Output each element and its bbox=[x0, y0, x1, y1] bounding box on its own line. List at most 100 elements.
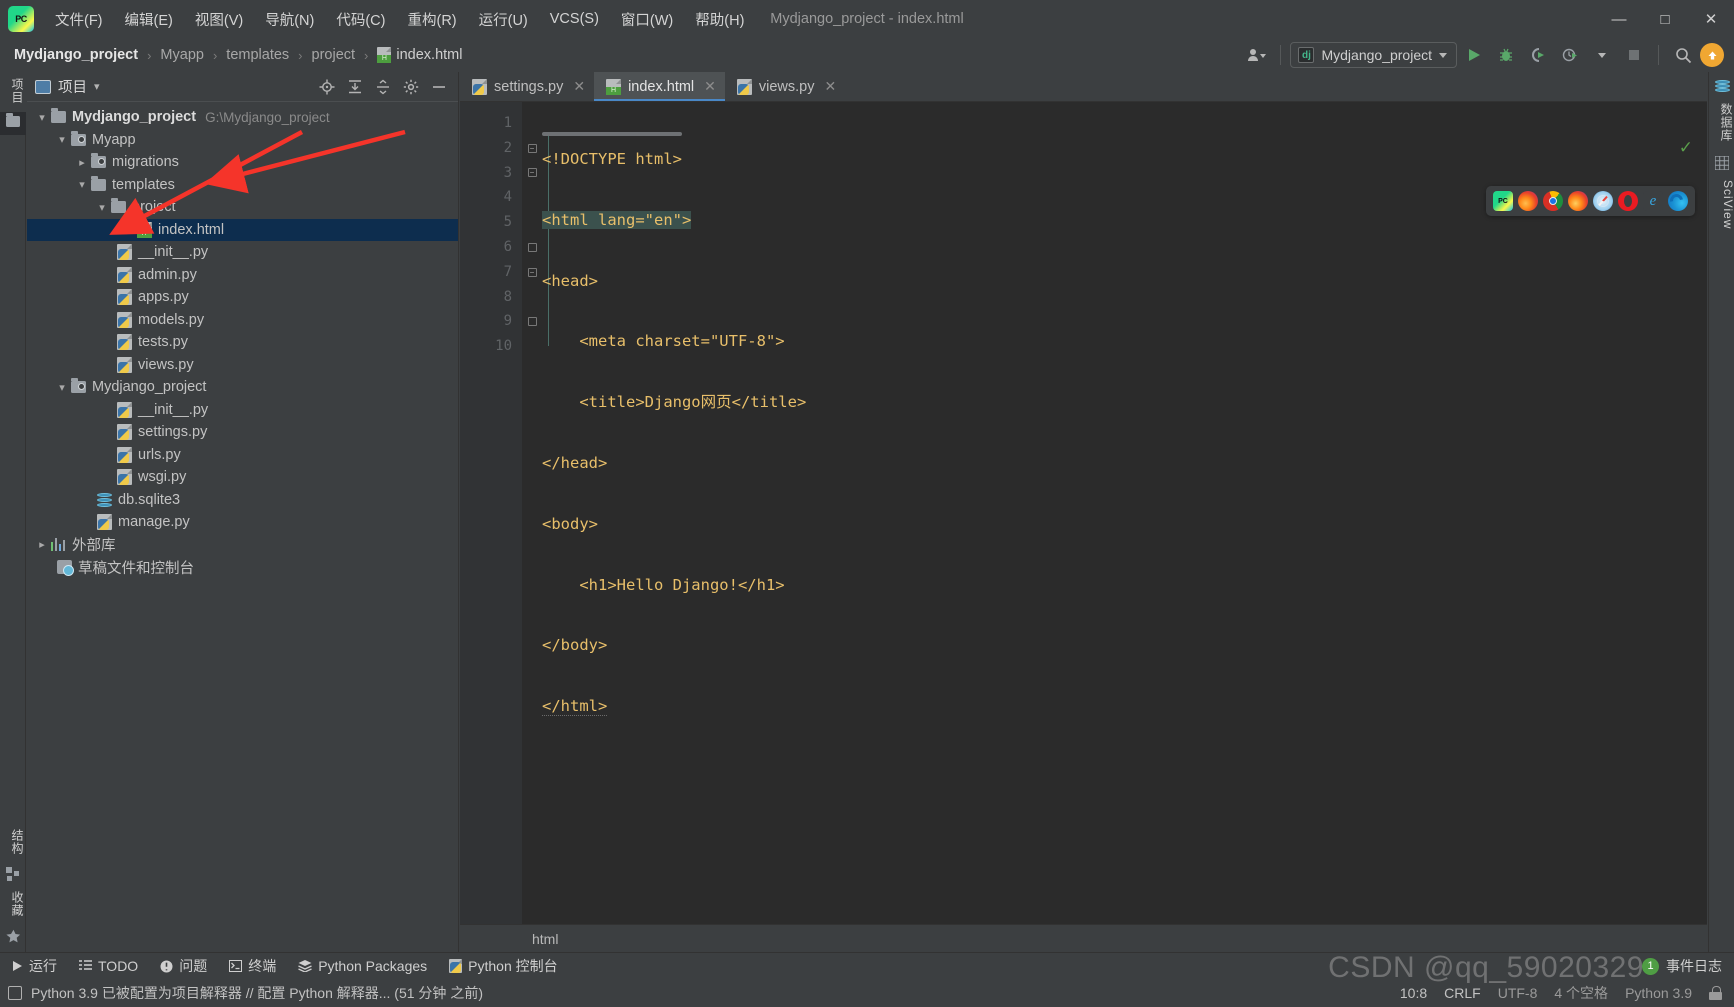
tree-row[interactable]: tests.py bbox=[27, 331, 458, 354]
chevron-down-icon[interactable]: ▾ bbox=[94, 80, 100, 93]
menu-run[interactable]: 运行(U) bbox=[468, 4, 539, 35]
minimize-button[interactable]: — bbox=[1596, 0, 1642, 38]
opera-icon[interactable] bbox=[1618, 191, 1638, 211]
tab-index-html[interactable]: index.html ✕ bbox=[594, 72, 725, 101]
breadcrumb-item-project[interactable]: Mydjango_project bbox=[14, 47, 138, 63]
fold-icon[interactable]: − bbox=[527, 143, 537, 153]
hide-panel-icon[interactable] bbox=[426, 75, 452, 99]
menu-refactor[interactable]: 重构(R) bbox=[396, 4, 467, 35]
rail-tab-structure[interactable]: 结构 bbox=[0, 823, 26, 863]
fold-end-icon[interactable] bbox=[527, 317, 537, 327]
chevron-down-icon[interactable]: ▾ bbox=[35, 111, 49, 124]
tool-window-event-log[interactable]: 事件日志 bbox=[1666, 956, 1722, 976]
pycharm-icon[interactable]: PC bbox=[1493, 191, 1513, 211]
file-encoding[interactable]: UTF-8 bbox=[1498, 985, 1538, 1001]
code-editor[interactable]: ✓ 1 2 3 4 5 6 7 8 9 10 − − − <!DOCTYPE h… bbox=[460, 102, 1707, 924]
editor-breadcrumb-html[interactable]: html bbox=[532, 931, 558, 947]
notification-icon[interactable] bbox=[8, 986, 22, 1000]
run-with-coverage-button[interactable] bbox=[1523, 42, 1553, 68]
chevron-down-icon[interactable]: ▾ bbox=[55, 133, 69, 146]
python-interpreter[interactable]: Python 3.9 bbox=[1625, 985, 1692, 1001]
tool-window-python-console[interactable]: Python 控制台 bbox=[438, 953, 568, 979]
fold-icon[interactable]: − bbox=[527, 168, 537, 178]
breadcrumb-item-index-html[interactable]: index.html bbox=[396, 47, 462, 63]
lock-icon[interactable] bbox=[1709, 986, 1722, 1000]
tree-row[interactable]: urls.py bbox=[27, 444, 458, 467]
tree-row[interactable]: views.py bbox=[27, 354, 458, 377]
expand-all-icon[interactable] bbox=[342, 75, 368, 99]
tree-row[interactable]: __init__.py bbox=[27, 241, 458, 264]
tab-settings-py[interactable]: settings.py ✕ bbox=[460, 72, 594, 101]
menu-window[interactable]: 窗口(W) bbox=[610, 4, 684, 35]
menu-help[interactable]: 帮助(H) bbox=[684, 4, 755, 35]
breadcrumb-item-project-folder[interactable]: project bbox=[312, 47, 356, 63]
tab-views-py[interactable]: views.py ✕ bbox=[725, 72, 845, 101]
tree-row[interactable]: ▸ migrations bbox=[27, 151, 458, 174]
menu-vcs[interactable]: VCS(S) bbox=[539, 6, 610, 32]
sciview-icon[interactable] bbox=[1709, 152, 1734, 174]
tree-row[interactable]: __init__.py bbox=[27, 399, 458, 422]
user-switch-icon[interactable] bbox=[1241, 42, 1271, 68]
tree-row[interactable]: ▾ Mydjango_project bbox=[27, 376, 458, 399]
indent-setting[interactable]: 4 个空格 bbox=[1554, 983, 1608, 1003]
tree-row[interactable]: ▾ Mydjango_project G:\Mydjango_project bbox=[27, 106, 458, 129]
breadcrumb-item-templates[interactable]: templates bbox=[226, 47, 289, 63]
line-separator[interactable]: CRLF bbox=[1444, 985, 1481, 1001]
tree-row[interactable]: wsgi.py bbox=[27, 466, 458, 489]
maximize-button[interactable]: □ bbox=[1642, 0, 1688, 38]
rail-tab-project[interactable]: 项目 bbox=[0, 72, 26, 112]
tool-window-todo[interactable]: TODO bbox=[68, 955, 149, 977]
fold-end-icon[interactable] bbox=[527, 242, 537, 252]
rail-tab-sciview[interactable]: SciView bbox=[1709, 174, 1734, 239]
tool-window-run[interactable]: 运行 bbox=[0, 953, 68, 979]
chevron-down-icon[interactable]: ▾ bbox=[75, 178, 89, 191]
database-icon[interactable] bbox=[1709, 76, 1734, 97]
menu-code[interactable]: 代码(C) bbox=[325, 4, 396, 35]
tree-row[interactable]: db.sqlite3 bbox=[27, 489, 458, 512]
profile-dropdown-icon[interactable] bbox=[1587, 42, 1617, 68]
chevron-right-icon[interactable]: ▸ bbox=[35, 538, 49, 551]
gear-icon[interactable] bbox=[398, 75, 424, 99]
status-message[interactable]: Python 3.9 已被配置为项目解释器 // 配置 Python 解释器..… bbox=[31, 983, 483, 1003]
collapse-all-icon[interactable] bbox=[370, 75, 396, 99]
close-button[interactable]: ✕ bbox=[1688, 0, 1734, 38]
tree-row-index-html[interactable]: index.html bbox=[27, 218, 458, 241]
tree-row-scratches[interactable]: 草稿文件和控制台 bbox=[27, 556, 458, 579]
menu-file[interactable]: 文件(F) bbox=[44, 4, 114, 35]
tree-row[interactable]: ▾ templates bbox=[27, 174, 458, 197]
caret-position[interactable]: 10:8 bbox=[1400, 985, 1427, 1001]
firefox-icon[interactable] bbox=[1518, 191, 1538, 211]
tool-window-terminal[interactable]: 终端 bbox=[218, 953, 287, 979]
tool-window-problems[interactable]: 问题 bbox=[149, 953, 218, 979]
close-icon[interactable]: ✕ bbox=[704, 78, 716, 95]
chevron-down-icon[interactable]: ▾ bbox=[55, 381, 69, 394]
chevron-down-icon[interactable]: ▾ bbox=[95, 201, 109, 214]
debug-button[interactable] bbox=[1491, 42, 1521, 68]
star-icon[interactable] bbox=[0, 925, 26, 948]
tree-row[interactable]: models.py bbox=[27, 309, 458, 332]
chevron-right-icon[interactable]: ▸ bbox=[75, 156, 89, 169]
safari-icon[interactable] bbox=[1593, 191, 1613, 211]
close-icon[interactable]: ✕ bbox=[573, 78, 585, 95]
structure-icon[interactable] bbox=[0, 863, 26, 885]
update-icon[interactable] bbox=[1700, 43, 1724, 67]
menu-edit[interactable]: 编辑(E) bbox=[114, 4, 184, 35]
tree-row[interactable]: ▾ project bbox=[27, 196, 458, 219]
menu-view[interactable]: 视图(V) bbox=[184, 4, 254, 35]
chrome-icon[interactable] bbox=[1543, 191, 1563, 211]
tool-window-python-packages[interactable]: Python Packages bbox=[287, 955, 438, 977]
stop-button[interactable] bbox=[1619, 42, 1649, 68]
rail-tab-favorites[interactable]: 收藏 bbox=[0, 885, 26, 925]
fold-icon[interactable]: − bbox=[527, 267, 537, 277]
run-button[interactable] bbox=[1459, 42, 1489, 68]
tree-row[interactable]: ▾ Myapp bbox=[27, 129, 458, 152]
firefox-developer-icon[interactable] bbox=[1568, 191, 1588, 211]
run-configuration-selector[interactable]: dj Mydjango_project bbox=[1290, 42, 1457, 68]
close-icon[interactable]: ✕ bbox=[825, 78, 837, 95]
locate-icon[interactable] bbox=[314, 75, 340, 99]
tree-row[interactable]: apps.py bbox=[27, 286, 458, 309]
rail-tab-database[interactable]: 数据库 bbox=[1709, 97, 1734, 152]
tree-row[interactable]: manage.py bbox=[27, 511, 458, 534]
code-content[interactable]: <!DOCTYPE html> <html lang="en"> <head> … bbox=[542, 102, 1707, 924]
internet-explorer-icon[interactable]: e bbox=[1643, 191, 1663, 211]
